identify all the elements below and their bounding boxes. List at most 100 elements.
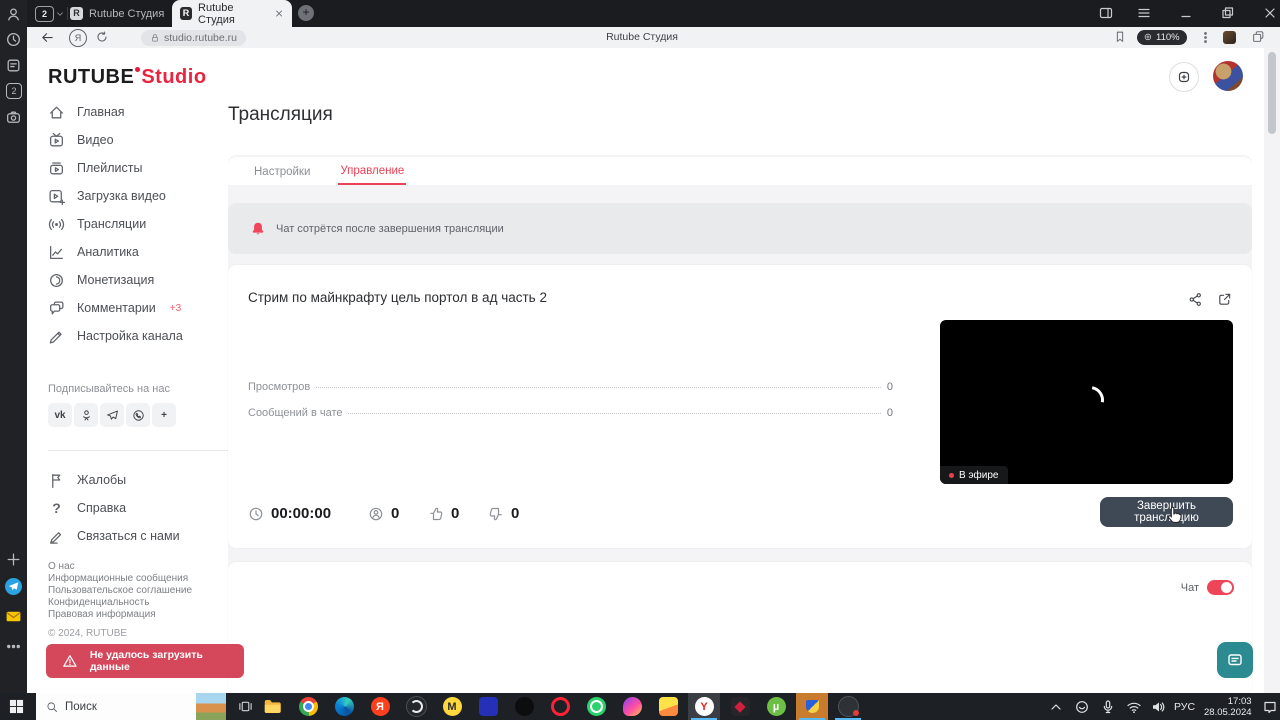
- footer-link-privacy[interactable]: Конфиденциальность: [48, 597, 238, 609]
- footer-link-terms[interactable]: Пользовательское соглашение: [48, 585, 238, 597]
- microphone-icon: [1103, 699, 1113, 713]
- menu-icon[interactable]: [1136, 5, 1152, 21]
- footer-link-about[interactable]: О нас: [48, 561, 238, 573]
- mail-panel-icon[interactable]: [5, 608, 22, 625]
- sidebar-item-playlists[interactable]: Плейлисты: [48, 158, 228, 178]
- history-icon[interactable]: [5, 31, 22, 48]
- share-icon[interactable]: [1188, 292, 1203, 307]
- taskbar-dark-app[interactable]: [508, 693, 540, 720]
- external-link-icon[interactable]: [1217, 292, 1232, 307]
- taskbar-obs[interactable]: [400, 693, 432, 720]
- browser-tab-inactive[interactable]: R Rutube Студия: [70, 0, 170, 27]
- new-tab-button[interactable]: +: [298, 5, 314, 21]
- ok-icon[interactable]: [74, 403, 98, 427]
- sidebar-item-comments[interactable]: Комментарии +3: [48, 298, 228, 318]
- bell-icon: [252, 222, 264, 234]
- telegram-panel-icon[interactable]: [5, 578, 22, 595]
- taskbar-red-star-app[interactable]: [724, 693, 756, 720]
- taskbar-opera[interactable]: [544, 693, 576, 720]
- sidebar-item-reports[interactable]: Жалобы: [48, 470, 228, 490]
- taskbar-obs-recording[interactable]: [832, 693, 864, 720]
- chat-toggle[interactable]: [1207, 580, 1234, 595]
- address-pill[interactable]: studio.rutube.ru: [141, 29, 246, 46]
- more-social-icon[interactable]: +: [152, 403, 176, 427]
- taskbar-chrome[interactable]: [292, 693, 324, 720]
- yandex-button[interactable]: Я: [69, 29, 87, 47]
- sidebar-item-upload-video[interactable]: Загрузка видео: [48, 186, 228, 206]
- stream-video-preview[interactable]: В эфире: [940, 320, 1233, 484]
- stat-label: Просмотров: [248, 381, 311, 393]
- collections-icon[interactable]: [1251, 30, 1265, 44]
- sidebar-divider: [48, 450, 228, 451]
- task-view-icon[interactable]: [238, 699, 253, 714]
- chevron-down-icon[interactable]: [55, 9, 65, 19]
- sidebar-item-home[interactable]: Главная: [48, 102, 228, 122]
- stat-value: 0: [886, 381, 893, 393]
- upload-button[interactable]: [1169, 62, 1199, 92]
- more-panels-icon[interactable]: [5, 638, 22, 655]
- notes-icon[interactable]: [5, 57, 22, 74]
- tab-count-badge[interactable]: 2: [35, 6, 54, 22]
- viber-icon[interactable]: [126, 403, 150, 427]
- clock-icon: [249, 507, 263, 520]
- bookmark-icon[interactable]: [1113, 30, 1127, 44]
- taskbar-shield-app-active[interactable]: [796, 693, 828, 720]
- lock-icon: [152, 33, 158, 41]
- support-chat-fab[interactable]: [1217, 642, 1253, 678]
- restore-icon[interactable]: [1220, 5, 1236, 21]
- more-options-icon[interactable]: [1199, 31, 1212, 44]
- search-news-widget[interactable]: [196, 693, 226, 720]
- taskbar-yandex[interactable]: Я: [364, 693, 396, 720]
- zoom-badge[interactable]: 110%: [1137, 30, 1187, 45]
- tray-chevron[interactable]: [1048, 693, 1064, 720]
- minimize-icon[interactable]: [1178, 5, 1194, 21]
- taskbar-file-explorer[interactable]: [256, 693, 288, 720]
- error-toast: Не удалось загрузить данные: [46, 644, 244, 678]
- tray-language[interactable]: РУС: [1174, 693, 1195, 720]
- tray-clock[interactable]: 17:03 28.05.2024: [1204, 693, 1252, 720]
- add-panel-icon[interactable]: [5, 551, 22, 568]
- sidebar-item-monetization[interactable]: Монетизация: [48, 270, 228, 290]
- footer-link-info[interactable]: Информационные сообщения: [48, 573, 238, 585]
- tab-groups-icon[interactable]: 2: [6, 83, 22, 99]
- start-button[interactable]: [9, 699, 24, 714]
- close-tab-icon[interactable]: [274, 8, 284, 19]
- sidebar-item-analytics[interactable]: Аналитика: [48, 242, 228, 262]
- close-window-icon[interactable]: [1262, 5, 1278, 21]
- taskbar-game-app[interactable]: [652, 693, 684, 720]
- extension-icon[interactable]: [1223, 31, 1236, 44]
- tray-microphone[interactable]: [1100, 693, 1116, 720]
- back-icon[interactable]: [40, 30, 55, 45]
- tab-management[interactable]: Управление: [338, 158, 407, 185]
- tray-volume[interactable]: [1150, 693, 1166, 720]
- taskbar-messenger[interactable]: M: [436, 693, 468, 720]
- tray-notifications[interactable]: [1262, 693, 1278, 720]
- tray-wifi[interactable]: [1126, 693, 1142, 720]
- taskbar-utorrent[interactable]: µ: [760, 693, 792, 720]
- taskbar-blue-app[interactable]: [472, 693, 504, 720]
- sidebar-item-broadcasts[interactable]: Трансляции: [48, 214, 228, 234]
- taskbar-paint-app[interactable]: [616, 693, 648, 720]
- scrollbar-thumb[interactable]: [1268, 52, 1276, 134]
- screenshot-icon[interactable]: [5, 109, 22, 126]
- reload-icon[interactable]: [95, 30, 109, 44]
- browser-tab-active[interactable]: R Rutube Студия: [172, 0, 292, 27]
- rutube-studio-logo[interactable]: RUTUBE Studio: [48, 66, 207, 89]
- taskbar-yandex-browser-active[interactable]: Y: [688, 693, 720, 720]
- telegram-icon[interactable]: [100, 403, 124, 427]
- sidebar-item-channel-settings[interactable]: Настройка канала: [48, 326, 228, 346]
- taskbar-edge[interactable]: [328, 693, 360, 720]
- page-scrollbar[interactable]: [1264, 48, 1280, 693]
- sidebar-panel-icon[interactable]: [1098, 5, 1114, 21]
- sidebar-item-help[interactable]: ? Справка: [48, 498, 228, 518]
- tab-settings[interactable]: Настройки: [252, 159, 312, 184]
- profile-icon[interactable]: [5, 6, 22, 23]
- taskbar-whatsapp[interactable]: [580, 693, 612, 720]
- sidebar-item-contact[interactable]: Связаться с нами: [48, 526, 228, 546]
- tray-app[interactable]: [1074, 693, 1090, 720]
- footer-link-legal[interactable]: Правовая информация: [48, 609, 238, 621]
- sidebar-item-label: Главная: [77, 105, 125, 119]
- vk-icon[interactable]: vk: [48, 403, 72, 427]
- sidebar-item-video[interactable]: Видео: [48, 130, 228, 150]
- avatar[interactable]: [1213, 61, 1243, 91]
